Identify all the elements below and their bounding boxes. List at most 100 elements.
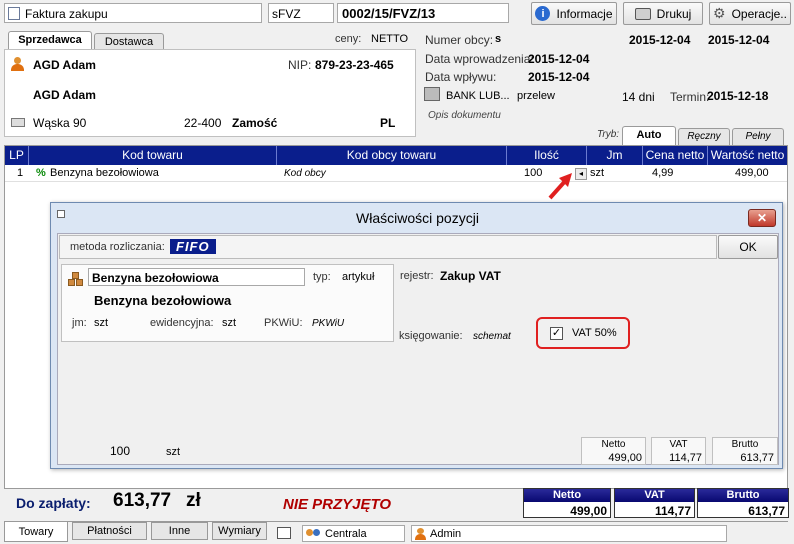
seller-street[interactable]: Wąska 90 [33, 116, 86, 130]
seller-postcode[interactable]: 22-400 [184, 116, 221, 130]
tab-other[interactable]: Inne [151, 522, 208, 540]
dialog-brutto-label: Brutto [731, 439, 759, 450]
row-unit[interactable]: szt [590, 167, 604, 179]
user-icon [415, 528, 426, 540]
row-foreign-code[interactable]: Kod obcy [284, 168, 326, 179]
dialog-brutto-value: 613,77 [740, 452, 774, 464]
entry-date-value[interactable]: 2015-12-04 [528, 52, 589, 66]
receipt-date-value[interactable]: 2015-12-04 [528, 70, 589, 84]
dialog-netto-value: 499,00 [608, 452, 642, 464]
mode-label: Tryb: [597, 129, 620, 140]
product-panel: Benzyna bezołowiowa typ: artykuł Benzyna… [61, 264, 394, 342]
type-value[interactable]: artykuł [342, 271, 374, 283]
sale-date[interactable]: 2015-12-04 [708, 33, 769, 47]
jm-label: jm: [72, 317, 87, 329]
pay-currency: zł [186, 490, 201, 511]
header-foreign-code[interactable]: Kod obcy towaru [277, 146, 507, 165]
tab-payments-label: Płatności [87, 525, 132, 537]
tab-payments[interactable]: Płatności [72, 522, 147, 540]
prices-value[interactable]: NETTO [371, 33, 408, 45]
seller-name-full[interactable]: AGD Adam [33, 88, 96, 102]
info-icon: i [535, 6, 551, 21]
pointer-arrow-icon [548, 173, 572, 200]
vat50-checkbox[interactable]: ✓ [550, 327, 563, 340]
print-button[interactable]: Drukuj [623, 2, 703, 25]
method-label: metoda rozliczania: [70, 241, 165, 253]
doc-number: 0002/15/FVZ/13 [342, 6, 436, 21]
foreign-number-value[interactable]: s [495, 33, 501, 45]
dialog-netto-label: Netto [601, 439, 626, 450]
gear-icon: ⚙ [713, 5, 726, 21]
header-value[interactable]: Wartość netto [708, 146, 787, 165]
tab-dimensions-label: Wymiary [218, 525, 261, 537]
dialog-netto-box: Netto 499,00 [581, 437, 646, 465]
ok-label: OK [739, 240, 757, 254]
jm-value[interactable]: szt [94, 317, 108, 329]
document-description[interactable]: Opis dokumentu [428, 110, 501, 121]
properties-dialog: Właściwości pozycji ✕ metoda rozliczania… [50, 202, 783, 469]
ok-button[interactable]: OK [718, 235, 778, 259]
info-label: Informacje [556, 6, 613, 21]
tab-supplier[interactable]: Dostawca [94, 33, 164, 50]
issue-date[interactable]: 2015-12-04 [629, 33, 690, 47]
nip-value[interactable]: 879-23-23-465 [315, 58, 394, 72]
dialog-close-button[interactable]: ✕ [748, 209, 776, 227]
info-button[interactable]: i Informacje [531, 2, 617, 25]
seller-name[interactable]: AGD Adam [33, 58, 96, 72]
booking-value[interactable]: schemat [473, 331, 511, 342]
series-field[interactable]: sFVZ [268, 3, 334, 23]
product-name-field[interactable]: Benzyna bezołowiowa [88, 268, 305, 286]
row-value[interactable]: 499,00 [735, 167, 769, 179]
seller-country[interactable]: PL [380, 116, 395, 130]
grid-header: LP Kod towaru Kod obcy towaru Ilość Jm C… [5, 146, 787, 165]
header-qty[interactable]: Ilość [507, 146, 587, 165]
address-icon [11, 118, 25, 127]
seller-city[interactable]: Zamość [232, 116, 277, 130]
pkwiu-label: PKWiU: [264, 317, 303, 329]
calendar-icon[interactable] [277, 527, 291, 539]
tab-seller-label: Sprzedawca [18, 34, 82, 46]
tab-items[interactable]: Towary [4, 522, 68, 542]
method-value[interactable]: FIFO [170, 239, 216, 254]
qty-field[interactable]: 100 [88, 443, 162, 460]
header-price[interactable]: Cena netto [643, 146, 708, 165]
operations-button[interactable]: ⚙ Operacje.. [709, 2, 791, 25]
row-qty[interactable]: 100 [524, 167, 542, 179]
bank-name[interactable]: BANK LUB... [446, 90, 510, 102]
evid-value[interactable]: szt [222, 317, 236, 329]
bank-icon [424, 87, 440, 101]
product-box-icon [68, 271, 84, 287]
table-row[interactable]: 1 % Benzyna bezołowiowa Kod obcy 100 ◂ s… [5, 165, 787, 182]
row-expand-button[interactable]: ◂ [575, 168, 587, 180]
row-name[interactable]: Benzyna bezołowiowa [50, 167, 159, 179]
pay-value: 613,77 [113, 490, 172, 511]
doc-type-field[interactable]: Faktura zakupu [4, 3, 262, 23]
dialog-brutto-box: Brutto 613,77 [712, 437, 778, 465]
dialog-title: Właściwości pozycji [356, 210, 479, 226]
header-code[interactable]: Kod towaru [29, 146, 277, 165]
footer-vat-box: VAT 114,77 [614, 488, 695, 518]
payment-days[interactable]: 14 dni [622, 90, 655, 104]
header-lp[interactable]: LP [5, 146, 29, 165]
doc-number-field[interactable]: 0002/15/FVZ/13 [337, 3, 509, 23]
tab-seller[interactable]: Sprzedawca [8, 31, 92, 50]
footer-brutto-box: Brutto 613,77 [697, 488, 789, 518]
row-price[interactable]: 4,99 [652, 167, 673, 179]
dialog-qty: 100 [110, 444, 131, 458]
header-unit[interactable]: Jm [587, 146, 643, 165]
tab-items-label: Towary [18, 526, 54, 538]
users-icon [306, 528, 322, 540]
tab-dimensions[interactable]: Wymiary [212, 522, 267, 540]
tab-mode-full[interactable]: Pełny [732, 128, 784, 145]
type-label: typ: [313, 271, 331, 283]
term-value[interactable]: 2015-12-18 [707, 89, 768, 103]
tab-mode-manual[interactable]: Ręczny [678, 128, 730, 145]
pkwiu-value[interactable]: PKWiU [312, 318, 344, 329]
payment-method[interactable]: przelew [517, 90, 555, 102]
tab-mode-auto[interactable]: Auto [622, 126, 676, 145]
row-lp: 1 [17, 167, 24, 179]
dialog-body: metoda rozliczania: FIFO OK Benzyna bezo… [57, 233, 779, 465]
tab-supplier-label: Dostawca [104, 36, 154, 48]
register-value[interactable]: Zakup VAT [440, 269, 501, 283]
tab-mode-auto-label: Auto [636, 129, 662, 141]
